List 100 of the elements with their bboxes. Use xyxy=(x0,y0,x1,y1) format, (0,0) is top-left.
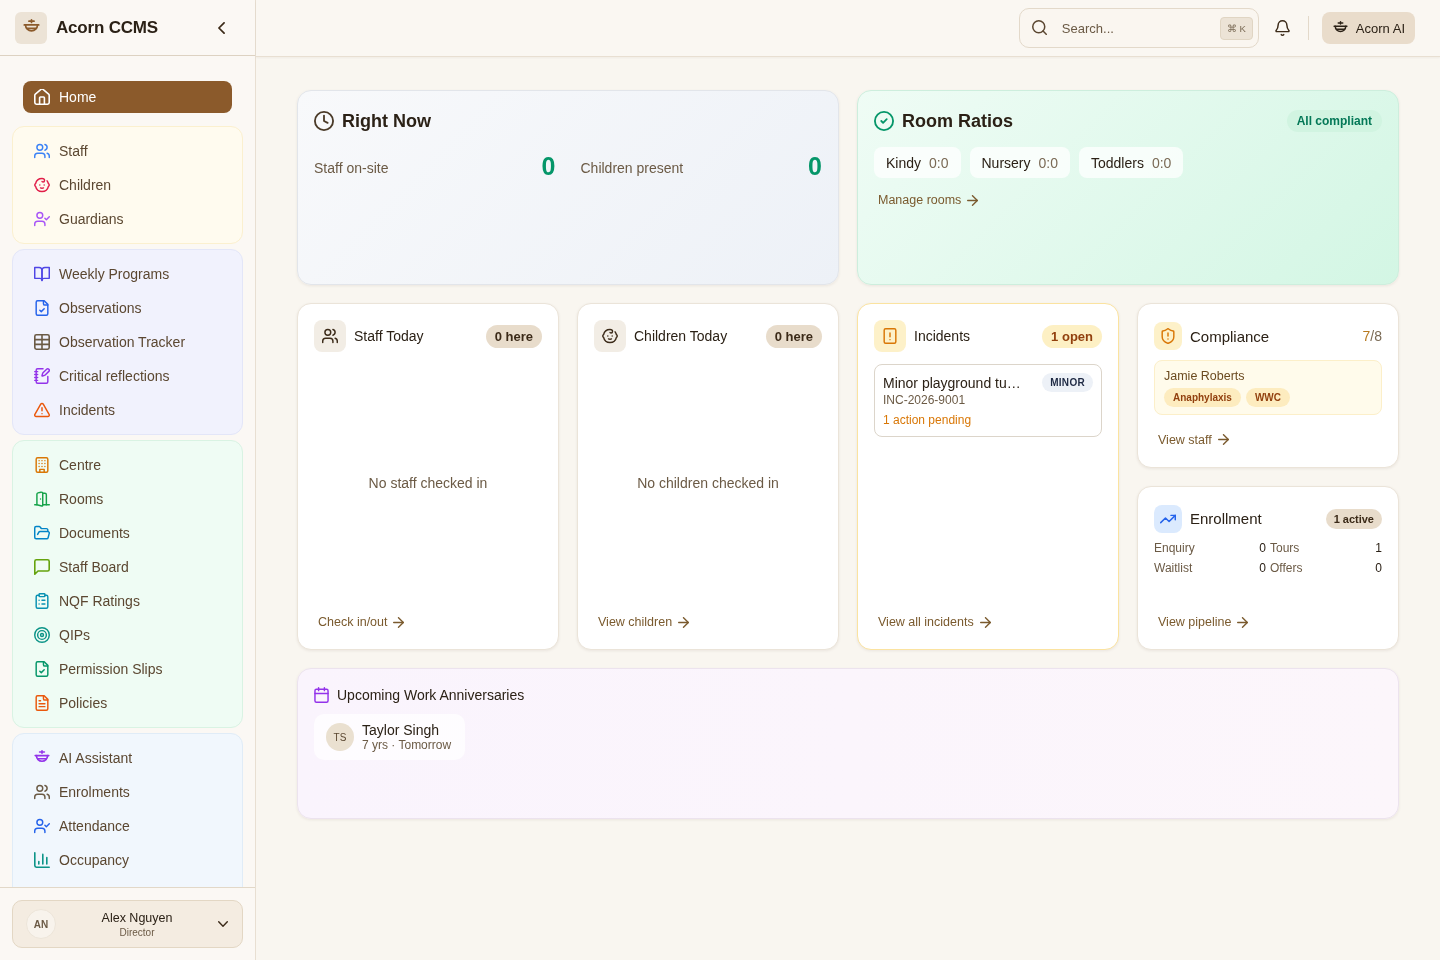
nav-item[interactable]: Home xyxy=(23,81,232,113)
building-icon xyxy=(34,457,50,473)
stat-value: 0 xyxy=(1375,560,1382,575)
stat-label: Offers xyxy=(1270,560,1303,575)
card-link[interactable]: View staff xyxy=(1154,430,1233,449)
person-check-icon xyxy=(34,818,50,834)
stat-label: Staff on-site xyxy=(314,159,389,176)
clock-icon xyxy=(314,111,334,131)
room-name: Toddlers xyxy=(1091,154,1144,171)
nav-item[interactable]: AI Assistant xyxy=(13,741,242,775)
stat-value: 0 xyxy=(541,151,556,181)
arrow-right-icon xyxy=(678,616,690,628)
stat-value: 0 xyxy=(808,151,822,181)
nav-item[interactable]: Attendance xyxy=(13,809,242,843)
person-name: Taylor Singh xyxy=(362,722,441,738)
arrow-right-icon xyxy=(979,616,991,628)
count-badge: 1 open xyxy=(1042,324,1102,348)
card-title: Compliance xyxy=(1190,327,1271,345)
user-avatar: AN xyxy=(26,909,56,939)
notifications-button[interactable] xyxy=(1274,20,1290,36)
stat-value: 1 xyxy=(1375,540,1382,555)
nav-item[interactable]: Staff Board xyxy=(13,550,242,584)
anniversary-detail: 7 yrs · Tomorrow xyxy=(362,738,452,752)
door-icon xyxy=(34,491,50,507)
card-link[interactable]: View all incidents xyxy=(874,613,995,631)
house-icon xyxy=(34,89,50,105)
trending-up-icon xyxy=(1154,504,1182,533)
card-link[interactable]: Check in/out xyxy=(314,613,409,631)
stat-value: 0 xyxy=(1259,560,1266,575)
user-menu-button[interactable]: AN Alex Nguyen Director xyxy=(12,900,243,948)
empty-message: No staff checked in xyxy=(368,474,488,491)
people-icon xyxy=(314,320,346,352)
nav-item[interactable]: Children xyxy=(13,168,242,202)
nav-item[interactable]: Documents xyxy=(13,516,242,550)
chevron-down-icon xyxy=(218,921,228,927)
nav-item[interactable]: Policies xyxy=(13,686,242,720)
grid-icon xyxy=(34,334,50,350)
stat-label: Children present xyxy=(580,159,684,176)
app-title: Acorn CCMS xyxy=(56,17,159,38)
shortcut-hint: ⌘ K xyxy=(1219,17,1253,40)
shield-icon xyxy=(1154,322,1182,350)
nav-item[interactable]: QIPs xyxy=(13,618,242,652)
ai-assistant-button[interactable]: Acorn AI xyxy=(1321,12,1415,44)
nav-item[interactable]: Enrolments xyxy=(13,775,242,809)
card-title: Incidents xyxy=(914,328,972,344)
incident-item[interactable]: Minor playground tu… MINOR INC-2026-9001 1 action pending xyxy=(874,364,1102,437)
card-link[interactable]: View pipeline xyxy=(1154,613,1253,631)
nav-item[interactable]: Weekly Programs xyxy=(13,257,242,291)
nav-item[interactable]: Staff xyxy=(13,134,242,168)
incident-reference: INC-2026-9001 xyxy=(883,393,967,407)
clipboard-icon xyxy=(34,593,50,609)
nav-item[interactable]: Permission Slips xyxy=(13,652,242,686)
stat-label: Waitlist xyxy=(1154,560,1193,575)
baby-face-icon xyxy=(594,320,626,352)
check-circle-icon xyxy=(874,111,894,131)
people-icon xyxy=(34,143,50,159)
room-name: Nursery xyxy=(981,154,1031,171)
document-check-icon xyxy=(34,661,50,677)
count-badge: 0 here xyxy=(765,324,822,348)
count-badge: 1 active xyxy=(1325,508,1382,529)
incident-title: Minor playground tu… xyxy=(883,374,1021,391)
folder-icon xyxy=(34,525,50,541)
card-title: Room Ratios xyxy=(902,110,1014,132)
nav-item[interactable]: Incidents xyxy=(13,393,242,427)
card-link[interactable]: View children xyxy=(594,613,694,631)
stat-label: Enquiry xyxy=(1154,540,1195,555)
card-link[interactable]: Manage rooms xyxy=(874,191,983,209)
card-title: Children Today xyxy=(634,328,729,344)
compliance-badge: All compliant xyxy=(1286,110,1382,132)
room-ratio: 0:0 xyxy=(929,154,949,171)
search-icon xyxy=(1031,20,1047,35)
collapse-sidebar-button[interactable] xyxy=(218,21,225,34)
baby-face-icon xyxy=(34,177,50,193)
nav-item[interactable]: Centre xyxy=(13,448,242,482)
room-ratio: 0:0 xyxy=(1151,154,1172,171)
nav-item[interactable]: Occupancy xyxy=(13,843,242,877)
person-check-icon xyxy=(34,211,50,227)
open-book-icon xyxy=(34,266,50,282)
requirement-tag: Anaphylaxis xyxy=(1164,388,1241,407)
acorn-logo-icon xyxy=(15,11,47,44)
requirement-tag: WWC xyxy=(1245,388,1291,407)
nav-item[interactable]: Critical reflections xyxy=(13,359,242,393)
alert-document-icon xyxy=(874,320,906,352)
stat-value: 0 xyxy=(1259,540,1266,555)
stat-label: Tours xyxy=(1270,540,1300,555)
document-icon xyxy=(34,695,50,711)
nav-item[interactable]: NQF Ratings xyxy=(13,584,242,618)
card-title: Right Now xyxy=(342,110,432,132)
staff-name: Jamie Roberts xyxy=(1164,369,1246,383)
arrow-right-icon xyxy=(393,616,405,628)
card-title: Upcoming Work Anniversaries xyxy=(337,687,525,703)
chat-bubble-icon xyxy=(34,559,50,575)
room-ratio: 0:0 xyxy=(1038,154,1058,171)
nav-item[interactable]: Observations xyxy=(13,291,242,325)
nav-item[interactable]: Observation Tracker xyxy=(13,325,242,359)
severity-badge: MINOR xyxy=(1042,373,1093,392)
nav-item[interactable]: Guardians xyxy=(13,202,242,236)
nav-item[interactable]: Rooms xyxy=(13,482,242,516)
warning-icon xyxy=(34,402,50,418)
person-avatar: TS xyxy=(326,723,354,751)
